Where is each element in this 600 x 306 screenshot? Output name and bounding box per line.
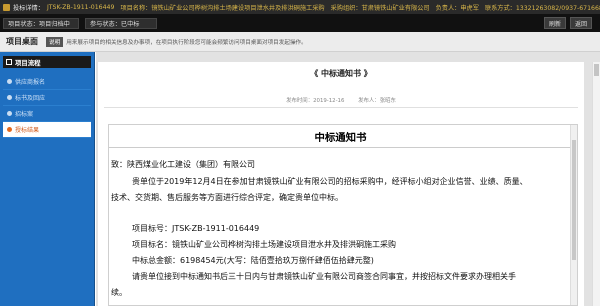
sidebar-item-label: 标书及回应 [15, 95, 46, 102]
status-actions: 刷新 返回 [540, 17, 592, 29]
bullet-icon [7, 95, 12, 100]
sidebar-item-label: 供应商报名 [15, 79, 46, 86]
panel-scrollbar[interactable] [592, 62, 600, 306]
bullet-icon [7, 127, 12, 132]
top-info-bar: 投标详情： JTSK-ZB-1911-016449 项目名称：镜铁山矿业公司桦树… [0, 0, 600, 14]
divider [109, 147, 572, 148]
item-name-line: 项目标名：镜铁山矿业公司桦树沟排土场建设项目泄水井及排洪硐施工采购 [132, 240, 396, 249]
desk-header: 项目桌面 说明 用来展示项目的相关信息及办事项，在项目执行阶段您可能会频繁访问项… [0, 32, 600, 52]
award-document: 中标通知书 致：陕西煤业化工建设（集团）有限公司 贵单位于2019年12月4日在… [108, 124, 578, 306]
purchaser: 采购组织：甘肃镜铁山矿业有限公司 [330, 4, 430, 12]
contact: 负责人：申虎军 [435, 4, 479, 12]
flow-icon [6, 59, 12, 65]
publish-time: 发布时间：2019-12-16 [286, 98, 345, 104]
back-button[interactable]: 返回 [570, 17, 592, 29]
paragraph-2-line-1: 请贵单位接到中标通知书后三十日内与甘肃镜铁山矿业有限公司商签合同事宜，并按招标文… [132, 272, 516, 281]
page-title: 项目桌面 [6, 37, 38, 46]
divider [104, 107, 578, 108]
notice-card: 《 中标通知书 》 发布时间：2019-12-16 发布人：张昭东 中标通知书 … [98, 62, 584, 306]
sidebar-item-label: 招标案 [15, 111, 34, 118]
sidebar-item-award-result[interactable]: 授标结果 [3, 122, 91, 138]
project-status-field: 项目状态：项目归档中 [3, 17, 79, 29]
status-row: 项目状态：项目归档中 参与状态：已中标 刷新 返回 [0, 14, 600, 32]
sidebar: 项目流程 供应商报名 标书及回应 招标案 授标结果 [0, 52, 95, 306]
app-title: 投标详情： [13, 4, 44, 12]
sidebar-header-label: 项目流程 [15, 58, 41, 67]
item-number-line: 项目标号：JTSK-ZB-1911-016449 [132, 224, 260, 233]
participation-status-field: 参与状态：已中标 [85, 17, 157, 29]
paragraph-2-line-2: 续。 [111, 288, 127, 297]
publisher: 发布人：张昭东 [358, 98, 396, 104]
sidebar-header: 项目流程 [3, 56, 91, 68]
sidebar-item-signup[interactable]: 供应商报名 [3, 74, 91, 90]
desk-tag: 说明 [46, 36, 64, 47]
paragraph-1-line-2: 技术、交货期、售后服务等方面进行综合评定，确定贵单位中标。 [111, 193, 343, 202]
document-heading: 中标通知书 [314, 132, 367, 144]
project-no: JTSK-ZB-1911-016449 [46, 3, 115, 11]
refresh-button[interactable]: 刷新 [544, 17, 566, 29]
desk-description: 用来展示项目的相关信息及办事项，在项目执行阶段您可能会频繁访问项目桌面对项目发起… [66, 39, 307, 46]
document-icon [3, 3, 10, 11]
main-panel: 《 中标通知书 》 发布时间：2019-12-16 发布人：张昭东 中标通知书 … [96, 52, 600, 306]
total-amount-line: 中标总金额：6198454元(大写：陆佰壹拾玖万捌仟肆佰伍拾肆元整) [132, 256, 374, 265]
sidebar-list: 供应商报名 标书及回应 招标案 授标结果 [3, 74, 91, 138]
bullet-icon [7, 79, 12, 84]
bullet-icon [7, 111, 12, 116]
project-name: 项目名称：镜铁山矿业公司桦树沟排土场建设项目泄水井及排洪硐施工采购 [120, 4, 325, 12]
notice-meta: 发布时间：2019-12-16 发布人：张昭东 [98, 96, 584, 104]
sidebar-item-bid-docs[interactable]: 标书及回应 [3, 90, 91, 106]
phone: 联系方式：13321263082/0937-6716687 [484, 4, 600, 12]
paragraph-1-line-1: 贵单位于2019年12月4日在参加甘肃镜铁山矿业有限公司的招标采购中，经评标小组… [132, 177, 528, 186]
scrollbar-thumb[interactable] [572, 140, 576, 260]
sidebar-item-label: 授标结果 [15, 127, 40, 134]
recipient-line: 致：陕西煤业化工建设（集团）有限公司 [111, 160, 255, 169]
scrollbar-thumb[interactable] [594, 64, 599, 76]
sidebar-item-tender[interactable]: 招标案 [3, 106, 91, 122]
document-scrollbar[interactable] [570, 125, 577, 305]
notice-title: 《 中标通知书 》 [310, 69, 372, 78]
